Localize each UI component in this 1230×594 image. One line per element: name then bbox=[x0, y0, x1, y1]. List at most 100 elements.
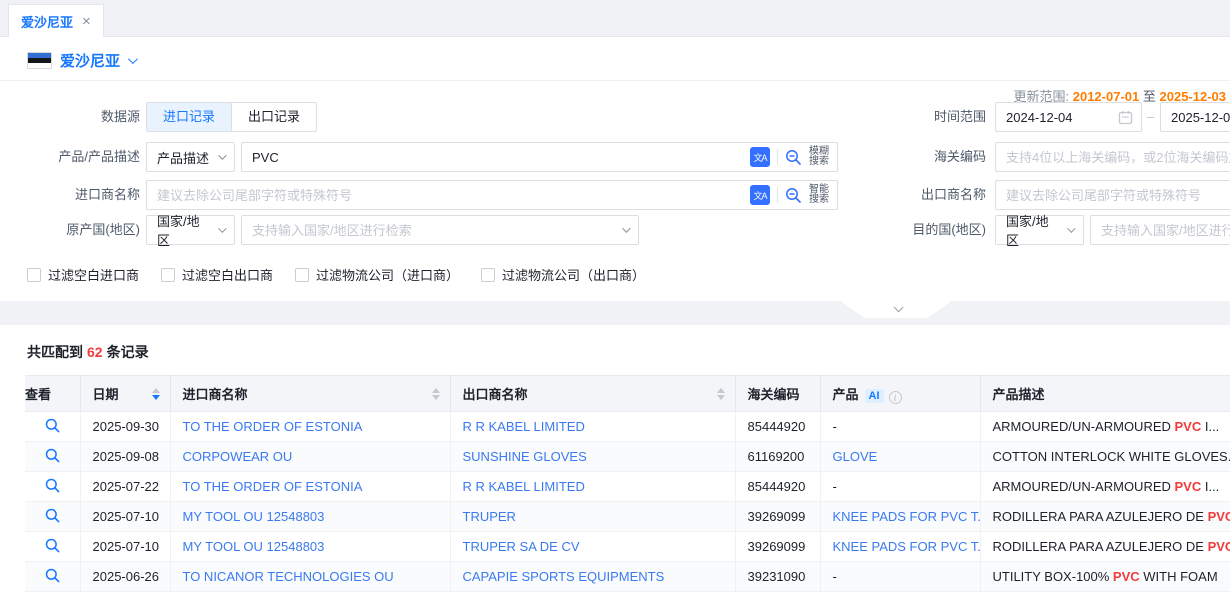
origin-country-input[interactable] bbox=[242, 216, 614, 244]
date-cell: 2025-09-30 bbox=[80, 412, 170, 442]
sort-icons[interactable] bbox=[717, 388, 725, 400]
data-source-label: 数据源 bbox=[0, 102, 140, 132]
importer-link[interactable]: CORPOWEAR OU bbox=[183, 449, 293, 464]
description-cell: ARMOURED/UN-ARMOURED PVC I... bbox=[980, 412, 1230, 442]
hs-code-cell: 39269099 bbox=[735, 532, 820, 562]
tab-export-records[interactable]: 出口记录 bbox=[232, 103, 316, 131]
view-cell[interactable] bbox=[25, 412, 80, 442]
magnifier-icon[interactable] bbox=[45, 508, 60, 523]
tab-import-records[interactable]: 进口记录 bbox=[147, 103, 231, 131]
country-name: 爱沙尼亚 bbox=[60, 50, 120, 71]
product-link[interactable]: KNEE PADS FOR PVC T... bbox=[833, 539, 981, 554]
product-search-tools: 文A 模糊搜索 bbox=[750, 147, 837, 167]
date-start-input[interactable] bbox=[996, 103, 1118, 131]
col-view: 查看 bbox=[25, 376, 80, 412]
col-importer[interactable]: 进口商名称 bbox=[170, 376, 450, 412]
exporter-label: 出口商名称 bbox=[866, 180, 986, 210]
time-range-label: 时间范围 bbox=[866, 102, 986, 132]
date-cell: 2025-06-26 bbox=[80, 562, 170, 592]
col-product: 产品AIi bbox=[820, 376, 980, 412]
translate-icon[interactable]: 文A bbox=[750, 185, 770, 205]
checkbox-icon[interactable] bbox=[295, 268, 309, 282]
destination-type-select[interactable]: 国家/地区 bbox=[995, 215, 1084, 245]
checkbox-filter-logistics-exporter[interactable]: 过滤物流公司（出口商） bbox=[481, 265, 645, 284]
tab-estonia[interactable]: 爱沙尼亚 × bbox=[8, 4, 104, 37]
tab-title: 爱沙尼亚 bbox=[21, 12, 73, 31]
sort-icons[interactable] bbox=[152, 388, 160, 400]
exporter-input[interactable] bbox=[996, 181, 1230, 209]
date-cell: 2025-07-22 bbox=[80, 472, 170, 502]
fuzzy-search-toggle[interactable]: 模糊搜索 bbox=[809, 147, 829, 167]
date-cell: 2025-07-10 bbox=[80, 532, 170, 562]
view-cell[interactable] bbox=[25, 532, 80, 562]
importer-link[interactable]: TO NICANOR TECHNOLOGIES OU bbox=[183, 569, 394, 584]
importer-link[interactable]: TO THE ORDER OF ESTONIA bbox=[183, 479, 363, 494]
sort-desc-icon[interactable] bbox=[152, 395, 160, 400]
product-search-input[interactable] bbox=[242, 143, 750, 171]
view-cell[interactable] bbox=[25, 562, 80, 592]
view-cell[interactable] bbox=[25, 472, 80, 502]
sort-asc-icon[interactable] bbox=[432, 388, 440, 393]
exporter-link[interactable]: R R KABEL LIMITED bbox=[463, 419, 585, 434]
exporter-link[interactable]: TRUPER bbox=[463, 509, 516, 524]
sort-desc-icon[interactable] bbox=[432, 395, 440, 400]
trade-data-app: 爱沙尼亚 × 爱沙尼亚 更新范围: 2012-07-01 至 2025-12-0… bbox=[0, 0, 1230, 594]
view-cell[interactable] bbox=[25, 502, 80, 532]
checkbox-filter-blank-exporter[interactable]: 过滤空白出口商 bbox=[161, 265, 273, 284]
checkbox-icon[interactable] bbox=[481, 268, 495, 282]
magnifier-icon[interactable] bbox=[45, 538, 60, 553]
country-header[interactable]: 爱沙尼亚 bbox=[27, 50, 135, 71]
product-type-value: 产品描述 bbox=[157, 148, 209, 167]
exporter-link[interactable]: TRUPER SA DE CV bbox=[463, 539, 580, 554]
tool-separator bbox=[777, 187, 778, 203]
col-date[interactable]: 日期 bbox=[80, 376, 170, 412]
origin-type-value: 国家/地区 bbox=[157, 211, 210, 249]
importer-input[interactable] bbox=[147, 181, 750, 209]
importer-link[interactable]: MY TOOL OU 12548803 bbox=[183, 509, 325, 524]
info-icon[interactable]: i bbox=[889, 391, 902, 404]
exporter-link[interactable]: CAPAPIE SPORTS EQUIPMENTS bbox=[463, 569, 665, 584]
magnifier-icon[interactable] bbox=[45, 568, 60, 583]
view-cell[interactable] bbox=[25, 442, 80, 472]
table-row: 2025-07-10 MY TOOL OU 12548803 TRUPER 39… bbox=[25, 502, 1230, 532]
exporter-link[interactable]: SUNSHINE GLOVES bbox=[463, 449, 587, 464]
destination-label: 目的国(地区) bbox=[866, 215, 986, 245]
summary-prefix: 共匹配到 bbox=[27, 344, 83, 360]
product-link[interactable]: KNEE PADS FOR PVC T... bbox=[833, 509, 981, 524]
importer-link[interactable]: TO THE ORDER OF ESTONIA bbox=[183, 419, 363, 434]
exporter-link[interactable]: R R KABEL LIMITED bbox=[463, 479, 585, 494]
magnifier-icon[interactable] bbox=[45, 478, 60, 493]
translate-icon[interactable]: 文A bbox=[750, 147, 770, 167]
hs-code-input[interactable] bbox=[996, 143, 1230, 171]
description-cell: RODILLERA PARA AZULEJERO DE PVC bbox=[980, 502, 1230, 532]
smart-search-icon[interactable] bbox=[785, 187, 802, 204]
product-link[interactable]: GLOVE bbox=[833, 449, 878, 464]
checkbox-label: 过滤物流公司（进口商） bbox=[316, 265, 459, 284]
smart-search-toggle[interactable]: 智能搜索 bbox=[809, 185, 829, 205]
destination-country-input[interactable] bbox=[1091, 216, 1230, 244]
importer-link[interactable]: MY TOOL OU 12548803 bbox=[183, 539, 325, 554]
checkbox-icon[interactable] bbox=[161, 268, 175, 282]
magnifier-icon[interactable] bbox=[45, 448, 60, 463]
checkbox-filter-logistics-importer[interactable]: 过滤物流公司（进口商） bbox=[295, 265, 459, 284]
fuzzy-search-icon[interactable] bbox=[785, 149, 802, 166]
description-cell: COTTON INTERLOCK WHITE GLOVES... bbox=[980, 442, 1230, 472]
sort-desc-icon[interactable] bbox=[717, 395, 725, 400]
magnifier-icon[interactable] bbox=[45, 418, 60, 433]
close-icon[interactable]: × bbox=[82, 14, 91, 29]
checkbox-filter-blank-importer[interactable]: 过滤空白进口商 bbox=[27, 265, 139, 284]
chevron-down-icon bbox=[218, 224, 226, 232]
destination-country-box bbox=[1090, 215, 1230, 245]
origin-type-select[interactable]: 国家/地区 bbox=[146, 215, 235, 245]
sort-asc-icon[interactable] bbox=[152, 388, 160, 393]
checkbox-icon[interactable] bbox=[27, 268, 41, 282]
date-end-input[interactable] bbox=[1161, 103, 1230, 131]
col-exporter[interactable]: 出口商名称 bbox=[450, 376, 735, 412]
sort-icons[interactable] bbox=[432, 388, 440, 400]
product-label: 产品/产品描述 bbox=[0, 142, 140, 172]
sort-asc-icon[interactable] bbox=[717, 388, 725, 393]
product-cell: - bbox=[820, 472, 980, 502]
date-start-box bbox=[995, 102, 1142, 132]
calendar-icon[interactable] bbox=[1118, 110, 1133, 125]
product-type-select[interactable]: 产品描述 bbox=[146, 142, 235, 172]
